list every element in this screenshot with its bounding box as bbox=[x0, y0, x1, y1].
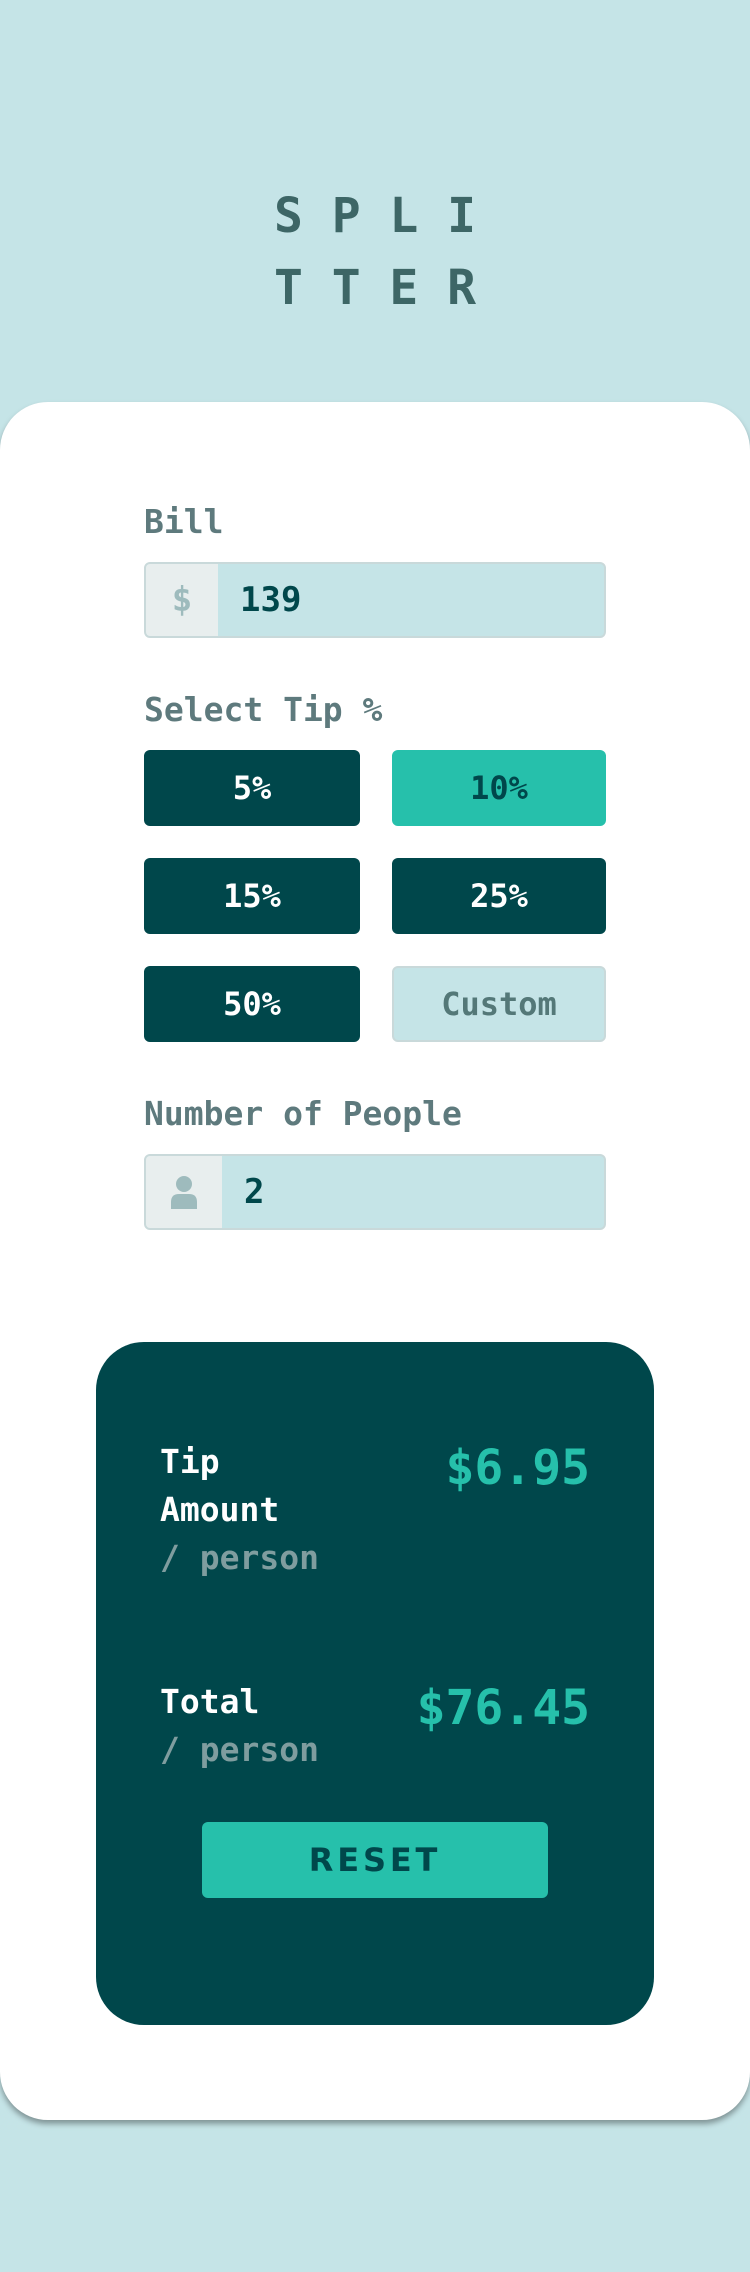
tip-button-5[interactable]: 5% bbox=[144, 750, 360, 826]
people-input[interactable]: 2 bbox=[144, 1154, 606, 1230]
total-label-text: Total bbox=[160, 1682, 260, 1721]
bill-value[interactable]: 139 bbox=[240, 564, 301, 636]
person-icon bbox=[146, 1156, 222, 1228]
tip-per-person: / person bbox=[160, 1538, 319, 1577]
results-panel: Tip Amount / person $6.95 Total / person… bbox=[96, 1342, 654, 2025]
calculator-card: Bill $ 139 Select Tip % 5% 10% 15% 25% 5… bbox=[0, 402, 750, 2120]
logo-line-1: SPLI bbox=[274, 188, 505, 244]
logo-line-2: TTER bbox=[274, 260, 505, 316]
total-per-person: / person bbox=[160, 1730, 319, 1769]
tip-button-50[interactable]: 50% bbox=[144, 966, 360, 1042]
tip-amount-label-line1: Tip bbox=[160, 1442, 220, 1481]
bill-label: Bill bbox=[144, 502, 224, 541]
reset-button[interactable]: RESET bbox=[202, 1822, 548, 1898]
number-of-people-label: Number of People bbox=[144, 1094, 462, 1133]
tip-button-15[interactable]: 15% bbox=[144, 858, 360, 934]
tip-amount-label-line2: Amount bbox=[160, 1490, 280, 1529]
bill-input[interactable]: $ 139 bbox=[144, 562, 606, 638]
tip-button-25[interactable]: 25% bbox=[392, 858, 606, 934]
custom-tip-input[interactable]: Custom bbox=[392, 966, 606, 1042]
select-tip-label: Select Tip % bbox=[144, 690, 383, 729]
tip-amount-value: $6.95 bbox=[445, 1440, 591, 1496]
dollar-icon: $ bbox=[146, 564, 218, 636]
tip-button-10[interactable]: 10% bbox=[392, 750, 606, 826]
page: SPLI TTER Bill $ 139 Select Tip % 5% 10%… bbox=[0, 0, 750, 2272]
tip-amount-label: Tip Amount / person bbox=[160, 1438, 319, 1582]
people-value[interactable]: 2 bbox=[244, 1156, 264, 1228]
app-logo: SPLI TTER bbox=[0, 180, 750, 324]
person-icon-svg bbox=[171, 1176, 197, 1209]
total-value: $76.45 bbox=[416, 1680, 590, 1736]
total-label: Total / person bbox=[160, 1678, 319, 1774]
